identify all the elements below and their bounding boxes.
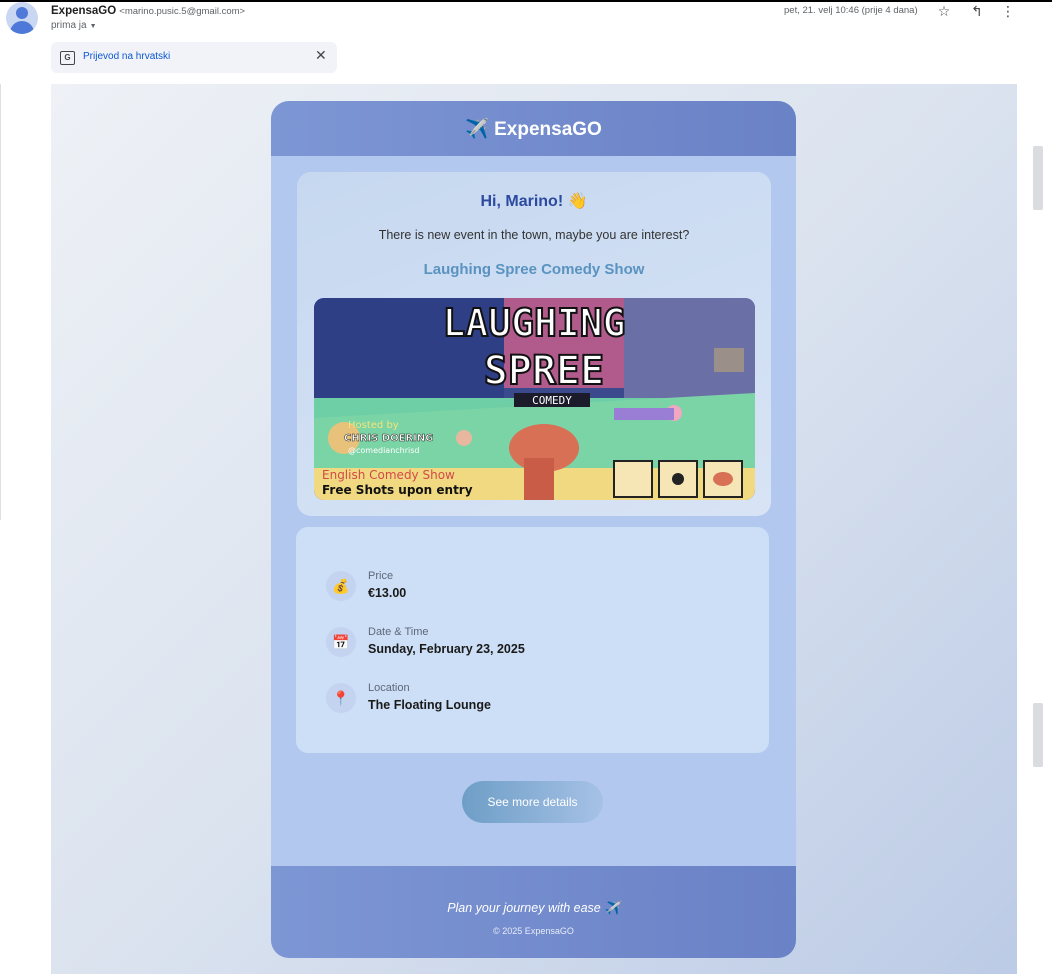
email-card: ✈️ ExpensaGO Hi, Marino! 👋 There is new … [271,101,796,958]
caret-down-icon: ▼ [89,23,97,30]
brand-title: ✈️ ExpensaGO [465,119,602,140]
scrollbar-thumb-bottom[interactable] [1033,703,1043,767]
detail-datetime: 📅 Date & Time Sunday, February 23, 2025 [326,621,746,661]
poster-bottom-2: Free Shots upon entry [322,483,473,497]
sender-avatar[interactable] [6,2,38,34]
translate-icon: G [60,51,75,65]
avatar-head [16,7,28,19]
calendar-icon: 📅 [326,627,356,657]
avatar-body [10,21,34,34]
more-vert-icon[interactable]: ⋮ [998,2,1018,20]
event-intro-panel: Hi, Marino! 👋 There is new event in the … [297,172,771,516]
footer-tagline: Plan your journey with ease ✈️ [447,901,620,915]
poster-title-1: LAUGHING [442,301,625,345]
event-details-panel: 💰 Price €13.00 📅 Date & Time Sunday, Feb… [296,527,769,753]
poster-host-handle: @comedianchrisd [348,446,420,455]
detail-label: Price [368,570,394,582]
detail-price: 💰 Price €13.00 [326,565,746,605]
poster-host-1: Hosted by [348,420,399,431]
star-icon[interactable]: ☆ [934,2,954,20]
sender-line: ExpensaGO <marino.pusic.5@gmail.com> [51,4,245,19]
footer-copyright: © 2025 ExpensaGO [493,926,574,936]
intro-text: There is new event in the town, maybe yo… [378,228,690,242]
event-name: Laughing Spree Comedy Show [423,261,645,278]
card-header: ✈️ ExpensaGO [271,101,796,156]
poster-title-2: SPREE [484,348,604,394]
event-poster-image[interactable]: LAUGHING SPREE COMEDY Hosted by CHRIS DO… [314,298,755,500]
detail-label: Location [368,682,410,694]
detail-label: Date & Time [368,626,429,638]
translate-link[interactable]: Prijevod na hrvatski [83,51,170,62]
sender-email: <marino.pusic.5@gmail.com> [119,6,246,17]
translate-bar: G Prijevod na hrvatski ✕ [51,42,337,73]
reply-icon[interactable]: ↰ [967,2,987,20]
detail-value: €13.00 [368,586,407,600]
scrollbar-thumb-top[interactable] [1033,146,1043,210]
money-bag-icon: 💰 [326,571,356,601]
recipient-label: prima ja [51,20,87,31]
email-datetime: pet, 21. velj 10:46 (prije 4 dana) [784,5,918,16]
location-pin-icon: 📍 [326,683,356,713]
see-more-details-button[interactable]: See more details [462,781,603,823]
card-footer: Plan your journey with ease ✈️ © 2025 Ex… [271,866,796,958]
detail-value: The Floating Lounge [368,698,491,712]
left-border [0,84,1,520]
greeting: Hi, Marino! 👋 [480,193,588,210]
poster-host-2: CHRIS DOERING [344,433,433,444]
email-header: ExpensaGO <marino.pusic.5@gmail.com> pri… [0,0,1052,84]
poster-bottom-1: English Comedy Show [322,468,455,482]
recipient-dropdown[interactable]: prima ja ▼ [51,20,97,31]
poster-subtitle: COMEDY [532,394,572,407]
detail-value: Sunday, February 23, 2025 [368,642,525,656]
sender-name[interactable]: ExpensaGO [51,5,116,17]
detail-location: 📍 Location The Floating Lounge [326,677,746,717]
close-icon[interactable]: ✕ [315,47,327,64]
